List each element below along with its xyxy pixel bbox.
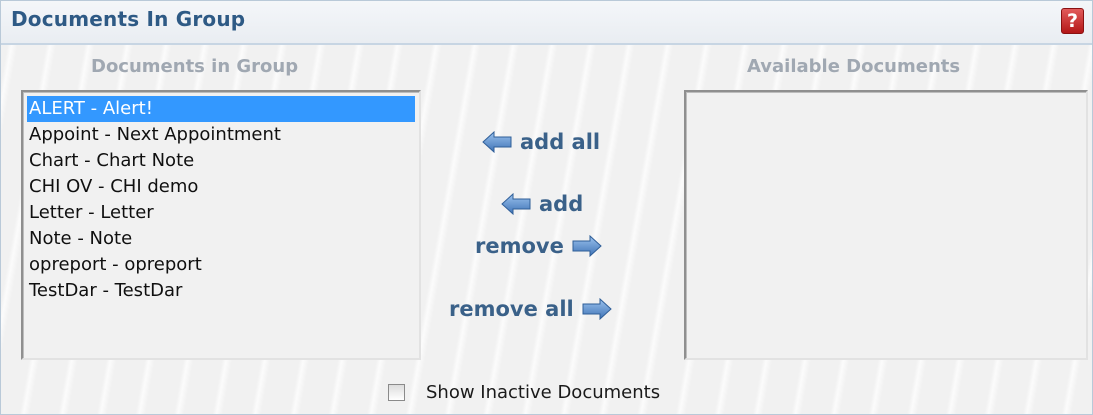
show-inactive-label[interactable]: Show Inactive Documents <box>426 382 660 403</box>
list-item[interactable]: TestDar - TestDar <box>27 278 419 304</box>
panel-title: Documents In Group <box>11 7 246 31</box>
help-icon[interactable]: ? <box>1061 8 1084 34</box>
arrow-right-icon <box>582 298 612 320</box>
available-documents-heading: Available Documents <box>747 56 961 77</box>
remove-all-button[interactable]: remove all <box>449 297 612 321</box>
list-item[interactable]: CHI OV - CHI demo <box>27 174 419 200</box>
arrow-left-icon <box>482 131 512 153</box>
arrow-left-icon <box>501 193 531 215</box>
list-item[interactable]: Chart - Chart Note <box>27 148 419 174</box>
remove-button[interactable]: remove <box>475 234 602 258</box>
show-inactive-checkbox[interactable] <box>388 384 405 401</box>
show-inactive-row: Show Inactive Documents <box>388 382 660 403</box>
list-item[interactable]: Letter - Letter <box>27 200 419 226</box>
add-label: add <box>539 192 584 216</box>
documents-in-group-list[interactable]: ALERT - Alert! Appoint - Next Appointmen… <box>21 90 421 360</box>
add-all-button[interactable]: add all <box>482 130 600 154</box>
arrow-right-icon <box>572 235 602 257</box>
documents-in-group-panel: Documents In Group ? Documents in Group … <box>0 0 1093 415</box>
remove-all-label: remove all <box>449 297 574 321</box>
panel-titlebar: Documents In Group ? <box>1 1 1092 45</box>
list-item[interactable]: ALERT - Alert! <box>27 96 415 122</box>
available-documents-list[interactable] <box>684 90 1088 360</box>
remove-label: remove <box>475 234 564 258</box>
list-item[interactable]: opreport - opreport <box>27 252 419 278</box>
add-all-label: add all <box>520 130 601 154</box>
list-item[interactable]: Appoint - Next Appointment <box>27 122 419 148</box>
list-item[interactable]: Note - Note <box>27 226 419 252</box>
add-button[interactable]: add <box>501 192 583 216</box>
documents-in-group-heading: Documents in Group <box>91 56 299 77</box>
